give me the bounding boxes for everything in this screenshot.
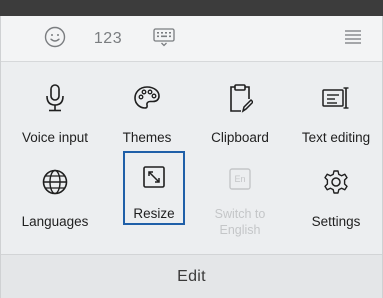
option-label: Settings [311, 214, 361, 229]
option-label-line2: English [219, 223, 261, 237]
option-label: Themes [122, 130, 172, 145]
option-languages[interactable]: Languages [12, 152, 98, 238]
keyboard-toolbar: 123 [0, 16, 383, 62]
gear-icon [322, 162, 350, 202]
numbers-label: 123 [93, 30, 123, 47]
option-themes[interactable]: Themes [104, 68, 190, 154]
option-switch-to-english[interactable]: En Switch to English [197, 152, 283, 238]
option-label: Clipboard [211, 130, 269, 145]
option-text-editing[interactable]: Text editing [290, 68, 382, 154]
emoji-button[interactable] [36, 16, 74, 62]
hide-keyboard-button[interactable] [147, 16, 181, 62]
text-cursor-icon [321, 78, 351, 118]
option-label: Text editing [301, 130, 371, 145]
edit-button[interactable]: Edit [0, 254, 383, 298]
option-label: Switch to English [215, 206, 266, 238]
hamburger-menu-icon [344, 29, 362, 50]
globe-icon [41, 162, 69, 202]
edit-label: Edit [177, 267, 206, 285]
numbers-button[interactable]: 123 [88, 16, 128, 62]
clipboard-icon [227, 78, 253, 118]
option-resize[interactable]: Resize [123, 151, 185, 225]
menu-button[interactable] [336, 16, 370, 62]
option-label: Voice input [21, 130, 89, 145]
option-label: Resize [133, 206, 175, 221]
keyboard-down-icon [152, 27, 176, 52]
option-label: Languages [21, 214, 89, 229]
options-grid: Voice input Themes Clipboard Text editin… [0, 62, 383, 254]
en-key-text: En [234, 174, 246, 184]
palette-icon [133, 78, 161, 118]
top-status-strip [0, 0, 383, 16]
option-voice-input[interactable]: Voice input [12, 68, 98, 154]
option-clipboard[interactable]: Clipboard [197, 68, 283, 154]
resize-icon [142, 157, 166, 197]
option-settings[interactable]: Settings [290, 152, 382, 238]
en-key-icon: En [228, 162, 252, 196]
smiley-face-icon [44, 26, 66, 53]
panel-left-edge [0, 16, 1, 298]
option-label-line1: Switch to [214, 207, 266, 221]
microphone-icon [43, 78, 67, 118]
keyboard-options-panel: 123 Voice input Themes Clipboard Text ed… [0, 0, 383, 298]
